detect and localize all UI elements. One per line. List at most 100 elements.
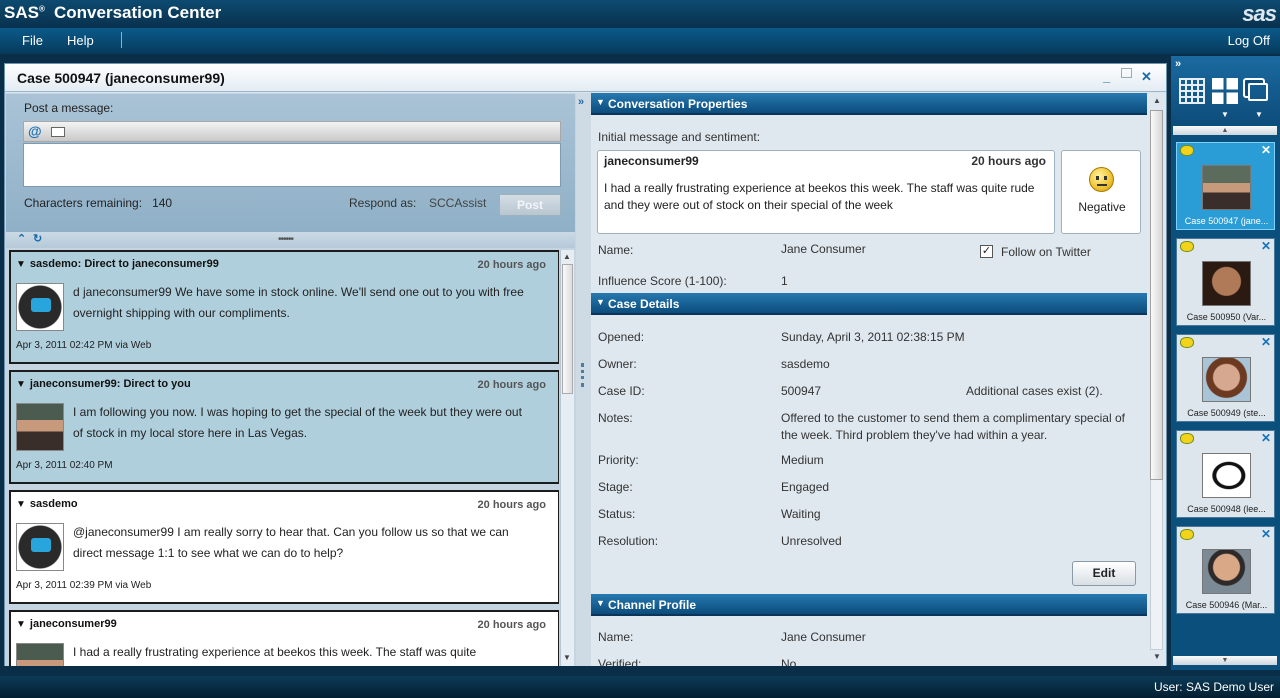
divider-grip[interactable] xyxy=(581,363,584,387)
edit-button[interactable]: Edit xyxy=(1072,561,1136,586)
collapse-triangle-icon[interactable]: ▼ xyxy=(596,297,605,307)
expand-triangle-icon[interactable]: ▼ xyxy=(16,379,26,390)
expand-sidebar-icon[interactable]: » xyxy=(1175,58,1181,70)
message-time: 20 hours ago xyxy=(477,619,546,631)
close-case-icon[interactable]: ✕ xyxy=(1261,335,1271,349)
initial-message-time: 20 hours ago xyxy=(971,154,1046,168)
message-time: 20 hours ago xyxy=(477,259,546,271)
minimize-icon[interactable]: _ xyxy=(1103,69,1110,84)
notes-value: Offered to the customer to send them a c… xyxy=(781,411,1125,442)
message-footer: Apr 3, 2011 02:40 PM xyxy=(16,460,113,471)
menu-file[interactable]: File xyxy=(22,33,43,48)
collapse-triangle-icon[interactable]: ▼ xyxy=(596,598,605,608)
respond-as-label: Respond as: xyxy=(349,196,417,210)
notes-label: Notes: xyxy=(598,411,633,425)
close-case-icon[interactable]: ✕ xyxy=(1261,431,1271,445)
maximize-icon[interactable] xyxy=(1121,68,1132,78)
collapse-triangle-icon[interactable]: ▼ xyxy=(596,97,605,107)
case-avatar xyxy=(1202,453,1251,498)
post-message-label: Post a message: xyxy=(24,101,114,115)
conversation-properties-header[interactable]: ▼ Conversation Properties xyxy=(591,93,1147,115)
menu-help[interactable]: Help xyxy=(67,33,94,48)
scroll-down-arrow-icon[interactable]: ▼ xyxy=(563,653,571,662)
priority-label: Priority: xyxy=(598,453,639,467)
message-time: 20 hours ago xyxy=(477,499,546,511)
follow-twitter-checkbox[interactable]: ✓ xyxy=(980,245,993,258)
stage-label: Stage: xyxy=(598,480,633,494)
name-value: Jane Consumer xyxy=(781,242,866,256)
message-item[interactable]: ▼ sasdemo: Direct to janeconsumer99 20 ho… xyxy=(9,250,559,364)
case-card[interactable]: ✕ Case 500949 (ste... xyxy=(1176,334,1275,422)
app-title: Conversation Center xyxy=(54,3,222,22)
compose-splitter[interactable]: ⌃ ↻ •••••• xyxy=(6,232,575,248)
influence-value: 1 xyxy=(781,274,788,288)
close-case-icon[interactable]: ✕ xyxy=(1261,143,1271,157)
compose-toolbar: @ xyxy=(23,121,561,142)
case-card[interactable]: ✕ Case 500947 (jane... xyxy=(1176,142,1275,230)
compose-panel: Post a message: @ Characters remaining: 1… xyxy=(6,94,575,232)
properties-pane: ▼ Conversation Properties Initial message… xyxy=(591,93,1147,666)
opened-value: Sunday, April 3, 2011 02:38:15 PM xyxy=(781,330,965,344)
collapse-up-icon[interactable]: ⌃ xyxy=(17,232,26,245)
scroll-up-arrow-icon[interactable]: ▲ xyxy=(1153,96,1161,105)
follow-twitter-label[interactable]: Follow on Twitter xyxy=(1001,245,1091,259)
status-value: Waiting xyxy=(781,507,821,521)
cascade-view-icon[interactable] xyxy=(1248,83,1268,101)
at-mention-icon[interactable]: @ xyxy=(28,123,42,139)
expand-triangle-icon[interactable]: ▼ xyxy=(16,259,26,270)
case-card[interactable]: ✕ Case 500948 (lee... xyxy=(1176,430,1275,518)
message-item[interactable]: ▼ janeconsumer99 20 hours ago I had a rea… xyxy=(9,610,559,666)
scroll-up-arrow-icon[interactable]: ▲ xyxy=(563,252,571,261)
message-item[interactable]: ▼ sasdemo 20 hours ago @janeconsumer99 I … xyxy=(9,490,559,604)
respond-as-value[interactable]: SCCAssist xyxy=(429,196,486,210)
close-icon[interactable]: ✕ xyxy=(1141,69,1152,85)
scroll-down-arrow-icon[interactable]: ▼ xyxy=(1153,652,1161,661)
post-button[interactable]: Post xyxy=(499,194,561,216)
close-case-icon[interactable]: ✕ xyxy=(1261,239,1271,253)
verified-value: No xyxy=(781,657,797,666)
expand-triangle-icon[interactable]: ▼ xyxy=(16,499,26,510)
sidebar-scroll-down[interactable]: ▼ xyxy=(1173,656,1277,665)
tile-view-icon[interactable] xyxy=(1212,78,1238,104)
splitter-grip[interactable]: •••••• xyxy=(278,234,294,245)
case-card[interactable]: ✕ Case 500946 (Mar... xyxy=(1176,526,1275,614)
status-bar: User: SAS Demo User xyxy=(0,676,1280,698)
message-input[interactable] xyxy=(23,143,561,187)
influence-label: Influence Score (1-100): xyxy=(598,274,727,288)
chat-bubble-avatar xyxy=(16,283,64,331)
chevron-down-icon[interactable]: ▼ xyxy=(1255,110,1263,119)
refresh-icon[interactable]: ↻ xyxy=(33,232,42,245)
log-off-link[interactable]: Log Off xyxy=(1228,33,1270,48)
owner-value: sasdemo xyxy=(781,357,830,371)
expand-pane-icon[interactable]: » xyxy=(578,96,584,108)
case-window-title: Case 500947 (janeconsumer99) xyxy=(17,70,225,86)
close-case-icon[interactable]: ✕ xyxy=(1261,527,1271,541)
case-card[interactable]: ✕ Case 500950 (Var... xyxy=(1176,238,1275,326)
name-label: Name: xyxy=(598,243,634,257)
sidebar-scroll-up[interactable]: ▲ xyxy=(1173,126,1277,135)
message-header: ▼ sasdemo: Direct to janeconsumer99 xyxy=(16,258,219,270)
conversation-pane: Post a message: @ Characters remaining: 1… xyxy=(5,93,576,666)
brand-label: SAS® xyxy=(4,3,45,22)
chevron-down-icon[interactable]: ▼ xyxy=(1221,110,1229,119)
case-card-label: Case 500948 (lee... xyxy=(1187,504,1266,514)
resolution-value: Unresolved xyxy=(781,534,842,548)
sas-logo: sas xyxy=(1242,1,1277,26)
expand-triangle-icon[interactable]: ▼ xyxy=(16,619,26,630)
channel-profile-header[interactable]: ▼ Channel Profile xyxy=(591,594,1147,616)
envelope-icon[interactable] xyxy=(51,127,65,137)
user-photo-avatar xyxy=(16,403,64,451)
properties-scrollbar[interactable]: ▲ ▼ xyxy=(1147,93,1166,666)
grid-view-icon[interactable] xyxy=(1179,78,1205,104)
scrollbar-thumb[interactable] xyxy=(562,264,573,394)
case-details-header[interactable]: ▼ Case Details xyxy=(591,293,1147,315)
additional-cases-link[interactable]: Additional cases exist (2). xyxy=(966,383,1103,400)
pane-divider[interactable]: » xyxy=(576,93,591,666)
user-photo-avatar xyxy=(16,643,64,666)
message-item[interactable]: ▼ janeconsumer99: Direct to you 20 hours … xyxy=(9,370,559,484)
scrollbar-thumb[interactable] xyxy=(1150,110,1163,480)
message-list-scrollbar[interactable]: ▲ ▼ xyxy=(560,250,574,666)
opened-label: Opened: xyxy=(598,330,645,344)
characters-remaining: Characters remaining: 140 xyxy=(24,196,173,210)
initial-message-user: janeconsumer99 xyxy=(604,154,699,168)
